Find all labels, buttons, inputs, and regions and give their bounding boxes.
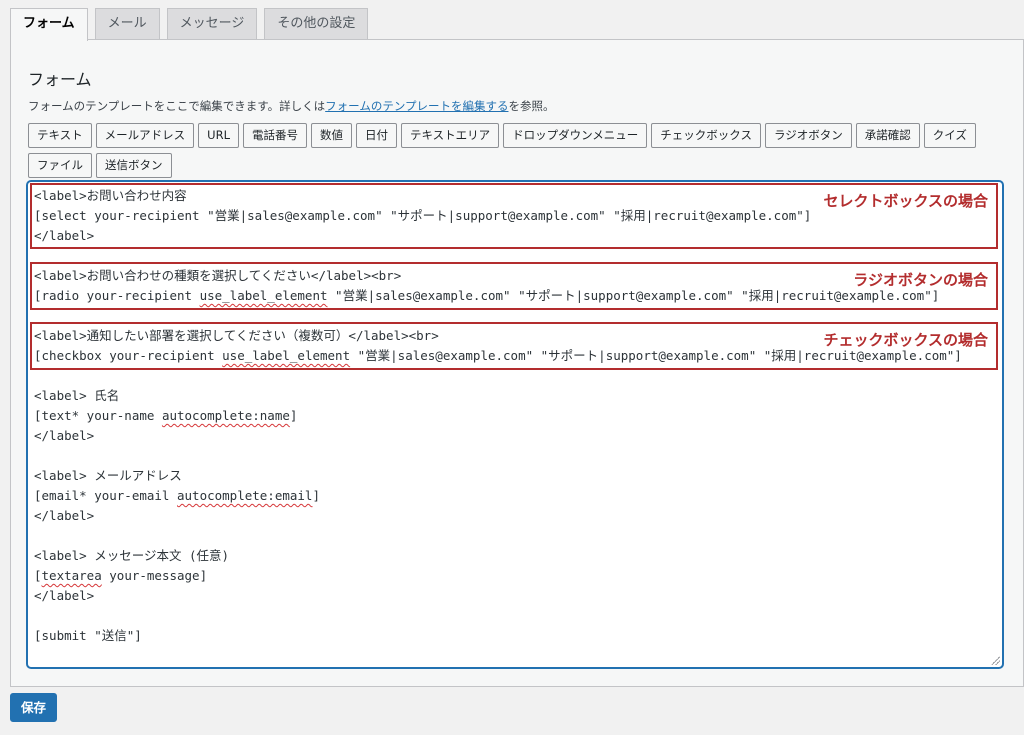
code-line: </label> (34, 508, 95, 523)
code-line: [textarea your-message] (34, 566, 207, 586)
tag-acceptance-button[interactable]: 承諾確認 (855, 123, 920, 148)
code-line: [email* your-email autocomplete:email] (34, 486, 320, 506)
code-text: [email* your-email (34, 488, 177, 503)
code-line: <label> 氏名 (34, 388, 120, 403)
spellcheck-word: autocomplete:email (177, 488, 313, 503)
tag-quiz-button[interactable]: クイズ (923, 123, 976, 148)
tab-bar: フォーム メール メッセージ その他の設定 (10, 8, 375, 41)
tag-number-button[interactable]: 数値 (310, 123, 352, 148)
highlight-box-checkbox: チェックボックスの場合 (30, 322, 998, 370)
tag-radio-button[interactable]: ラジオボタン (764, 123, 852, 148)
tab-additional-settings[interactable]: その他の設定 (264, 8, 369, 39)
resize-handle-icon[interactable] (990, 655, 1000, 665)
tag-url-button[interactable]: URL (198, 123, 239, 148)
highlight-box-select: セレクトボックスの場合 (30, 183, 998, 249)
code-line: </label> (34, 588, 95, 603)
tag-email-button[interactable]: メールアドレス (95, 123, 195, 148)
tag-checkbox-button[interactable]: チェックボックス (651, 123, 761, 148)
edit-template-link[interactable]: フォームのテンプレートを編集する (325, 99, 508, 113)
panel-title: フォーム (28, 70, 92, 89)
tag-textarea-button[interactable]: テキストエリア (400, 123, 500, 148)
tag-tel-button[interactable]: 電話番号 (242, 123, 307, 148)
tag-date-button[interactable]: 日付 (355, 123, 397, 148)
form-panel: フォーム フォームのテンプレートをここで編集できます。詳しくはフォームのテンプレ… (10, 39, 1024, 687)
code-line: [text* your-name autocomplete:name] (34, 406, 297, 426)
tag-generator-buttons: テキスト メールアドレス URL 電話番号 数値 日付 テキストエリア ドロップ… (28, 123, 988, 183)
tag-submit-button[interactable]: 送信ボタン (96, 153, 172, 178)
tab-messages[interactable]: メッセージ (166, 8, 258, 39)
code-line: <label> メールアドレス (34, 468, 182, 483)
code-text: [ (34, 568, 42, 583)
save-button[interactable]: 保存 (10, 693, 57, 722)
code-line: </label> (34, 428, 95, 443)
tag-dropdown-button[interactable]: ドロップダウンメニュー (503, 123, 648, 148)
highlight-box-radio: ラジオボタンの場合 (30, 262, 998, 310)
tab-mail[interactable]: メール (94, 8, 160, 39)
code-text: ] (289, 408, 298, 423)
highlight-label-select: セレクトボックスの場合 (823, 192, 988, 210)
code-text: [text* your-name (34, 408, 162, 423)
code-line: <label> メッセージ本文 (任意) (34, 548, 230, 563)
description-suffix: を参照。 (508, 99, 555, 113)
highlight-label-checkbox: チェックボックスの場合 (823, 331, 988, 349)
highlight-label-radio: ラジオボタンの場合 (853, 271, 988, 289)
spellcheck-word: textarea (41, 568, 102, 583)
code-text: ] (312, 488, 320, 503)
panel-description: フォームのテンプレートをここで編集できます。詳しくはフォームのテンプレートを編集… (28, 98, 554, 114)
tab-form[interactable]: フォーム (10, 8, 88, 41)
tag-text-button[interactable]: テキスト (28, 123, 92, 148)
form-template-editor[interactable]: <label>お問い合わせ内容 [select your-recipient "… (27, 181, 1003, 668)
code-line: [submit "送信"] (34, 628, 142, 643)
description-text: フォームのテンプレートをここで編集できます。詳しくは (28, 99, 326, 113)
tag-file-button[interactable]: ファイル (28, 153, 92, 178)
code-text: your-message] (101, 568, 208, 583)
spellcheck-word: autocomplete:name (161, 408, 290, 423)
